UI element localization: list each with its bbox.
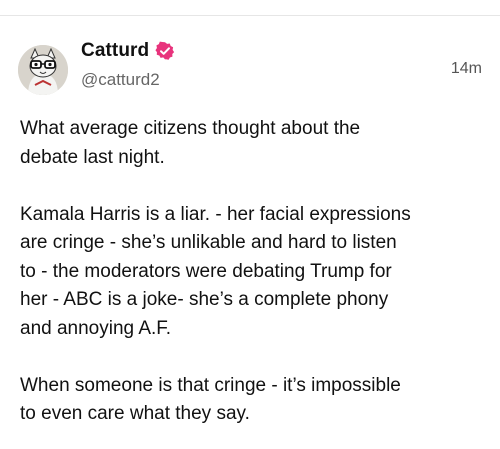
post-paragraph: What average citizens thought about the …	[20, 118, 361, 168]
post-card[interactable]: Catturd @catturd2 14m What average citiz…	[0, 16, 500, 449]
post-paragraph: Kamala Harris is a liar. - her facial ex…	[20, 203, 411, 339]
avatar[interactable]	[18, 45, 68, 95]
post-timestamp[interactable]: 14m	[451, 60, 482, 78]
post-paragraph: When someone is that cringe - it’s impos…	[20, 374, 401, 425]
author-handle[interactable]: @catturd2	[81, 70, 160, 90]
post-body: What average citizens thought about the …	[20, 115, 485, 429]
verified-badge-icon	[155, 41, 175, 61]
author-name-row[interactable]: Catturd	[81, 40, 175, 62]
cat-avatar-icon	[18, 45, 68, 95]
author-display-name[interactable]: Catturd	[81, 40, 149, 62]
previous-post-clipped	[0, 0, 500, 10]
